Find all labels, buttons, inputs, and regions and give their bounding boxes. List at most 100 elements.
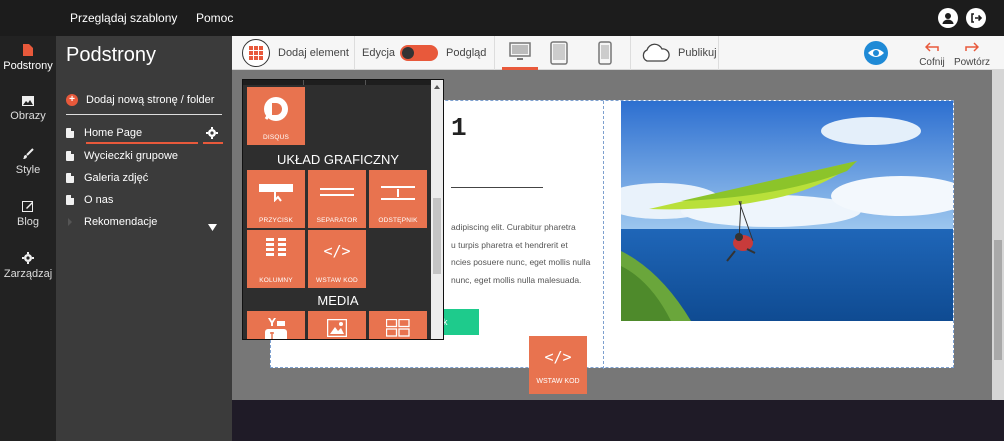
rail-item-label: Blog: [16, 216, 40, 228]
page-item-group-trips[interactable]: Wycieczki grupowe: [66, 147, 226, 165]
redo-button[interactable]: Powtórz: [950, 39, 994, 69]
page-item-label: Wycieczki grupowe: [84, 150, 179, 162]
code-icon: </>: [323, 242, 351, 260]
rail-item-style[interactable]: Style: [0, 148, 56, 176]
page-icon: [66, 195, 74, 205]
dropdown-scrollbar[interactable]: [431, 80, 443, 339]
page-item-about[interactable]: O nas: [66, 191, 226, 209]
browse-templates-link[interactable]: Przeglądaj szablony: [70, 0, 177, 36]
paragraph-line: ncies posuere nunc, eget mollis nulla: [451, 257, 591, 267]
page-paragraph[interactable]: adipiscing elit. Curabitur pharetra u tu…: [451, 219, 601, 289]
chevron-down-icon[interactable]: [208, 218, 217, 236]
youtube-icon: [265, 315, 287, 339]
heading-underline: [451, 187, 543, 188]
add-element-label[interactable]: Dodaj element: [278, 36, 349, 70]
undo-label: Cofnij: [919, 57, 945, 68]
paragraph-line: u turpis pharetra et hendrerit et: [451, 239, 568, 250]
tile-spacer[interactable]: ODSTĘPNIK: [369, 170, 427, 228]
desktop-icon: [509, 42, 531, 60]
tile-label: WSTAW KOD: [536, 378, 580, 385]
editor-footer-area: [232, 400, 1004, 441]
cta-button[interactable]: k: [439, 309, 479, 335]
tile-disqus[interactable]: DISQUS: [247, 87, 305, 145]
tile-image[interactable]: [308, 311, 366, 339]
rail-item-label: Obrazy: [10, 110, 46, 122]
rail-item-blog[interactable]: Blog: [0, 200, 56, 228]
rail-item-label: Zarządzaj: [3, 268, 53, 280]
mobile-icon[interactable]: [598, 41, 612, 70]
dragged-insert-code-tile[interactable]: </> WSTAW KOD: [529, 336, 587, 394]
spacer-icon: [381, 186, 415, 200]
plus-icon: +: [66, 94, 78, 106]
redo-label: Powtórz: [953, 57, 991, 68]
tile-gallery[interactable]: [369, 311, 427, 339]
section-media-title: MEDIA: [317, 293, 359, 308]
page-icon: [23, 44, 33, 56]
rail-item-label: Podstrony: [3, 60, 53, 72]
tile-columns[interactable]: KOLUMNY: [247, 230, 305, 288]
page-icon: [66, 173, 74, 183]
tile-label: SEPARATOR: [316, 217, 358, 224]
scroll-up-icon[interactable]: [431, 82, 443, 92]
folder-expand-icon: [68, 218, 72, 226]
tile-youtube[interactable]: [247, 311, 305, 339]
tile-button[interactable]: PRZYCISK: [247, 170, 305, 228]
edit-mode-label: Edycja: [362, 47, 396, 59]
undo-icon: [924, 42, 939, 52]
add-page-button[interactable]: + Dodaj nową stronę / folder: [66, 94, 214, 106]
mode-toggle[interactable]: [400, 45, 438, 61]
active-underline: [86, 142, 198, 144]
add-element-button[interactable]: [242, 39, 270, 67]
pages-panel: Podstrony + Dodaj nową stronę / folder H…: [56, 36, 232, 441]
paragraph-line: adipiscing elit. Curabitur pharetra: [451, 222, 576, 232]
divider: [630, 36, 631, 70]
tile-separator[interactable]: SEPARATOR: [308, 170, 366, 228]
hang-glider-photo[interactable]: [621, 101, 953, 321]
desktop-view-button[interactable]: [502, 36, 538, 70]
rail-item-pages[interactable]: Podstrony: [0, 44, 56, 72]
top-bar: Przeglądaj szablony Pomoc: [0, 0, 1004, 36]
settings-underline: [203, 142, 223, 144]
editor-toolbar: Dodaj element Edycja Podgląd Publikuj Co…: [232, 36, 1004, 70]
preview-mode-label: Podgląd: [446, 47, 487, 59]
rail-item-label: Style: [15, 164, 41, 176]
grid-icon: [249, 46, 263, 60]
scrollbar-thumb[interactable]: [433, 198, 441, 274]
tile-label: WSTAW KOD: [316, 277, 358, 284]
tablet-icon[interactable]: [550, 41, 568, 70]
preview-eye-button[interactable]: [864, 41, 888, 65]
add-element-dropdown: DISQUS UKŁAD GRAFICZNY PRZYCISK SEPARATO…: [242, 79, 444, 340]
edit-icon: [22, 201, 33, 212]
divider: [354, 36, 355, 70]
editor-scrollbar[interactable]: [992, 70, 1004, 400]
help-link[interactable]: Pomoc: [196, 0, 233, 36]
page-settings-icon[interactable]: [206, 126, 218, 139]
columns-icon: [266, 238, 286, 256]
rail-item-manage[interactable]: Zarządzaj: [0, 252, 56, 280]
scrollbar-thumb[interactable]: [994, 240, 1002, 360]
redo-icon: [965, 42, 980, 52]
tile-insert-code[interactable]: </> WSTAW KOD: [308, 230, 366, 288]
page-item-home[interactable]: Home Page: [66, 124, 226, 144]
undo-button[interactable]: Cofnij: [912, 39, 952, 69]
account-icon[interactable]: [938, 8, 958, 28]
separator-icon: [320, 188, 354, 196]
page-heading[interactable]: 1: [451, 113, 467, 143]
page-icon: [66, 128, 74, 138]
section-layout-title: UKŁAD GRAFICZNY: [276, 152, 400, 167]
publish-button[interactable]: Publikuj: [678, 36, 717, 70]
divider: [718, 36, 719, 70]
app-root: Przeglądaj szablony Pomoc Podstrony Obra…: [0, 0, 1004, 441]
eye-icon: [868, 49, 884, 57]
page-item-label: Rekomendacje: [84, 216, 158, 228]
page-item-gallery[interactable]: Galeria zdjęć: [66, 169, 226, 187]
cloud-icon[interactable]: [640, 43, 670, 68]
panel-title: Podstrony: [66, 44, 157, 66]
logout-icon[interactable]: [966, 8, 986, 28]
page-item-label: Home Page: [84, 127, 143, 139]
rail-item-images[interactable]: Obrazy: [0, 96, 56, 122]
image-icon: [22, 96, 34, 106]
code-icon: </>: [544, 348, 572, 366]
page-item-recommendations[interactable]: Rekomendacje: [66, 213, 226, 231]
divider: [66, 114, 222, 115]
